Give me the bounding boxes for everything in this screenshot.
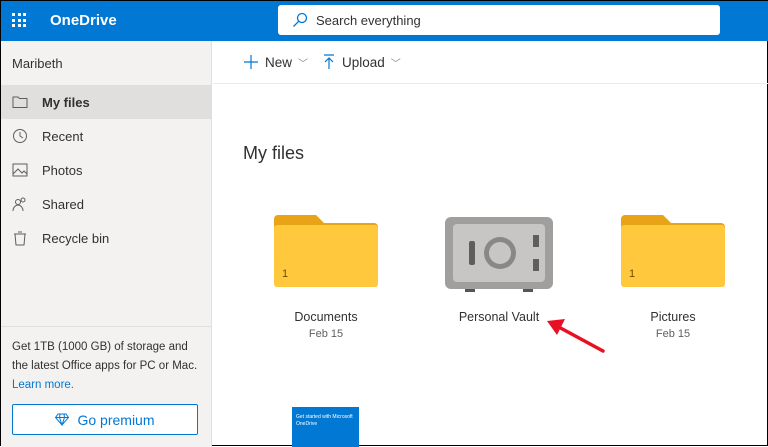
new-label: New [265, 55, 292, 70]
go-premium-label: Go premium [77, 412, 154, 428]
image-icon [12, 162, 28, 178]
new-button[interactable]: New ﹀ [243, 54, 308, 70]
storage-promo: Get 1TB (1000 GB) of storage and the lat… [12, 338, 202, 395]
chevron-down-icon: ﹀ [391, 55, 401, 70]
sidebar: Maribeth My files Recent Photos Shared R… [1, 41, 212, 447]
item-name: Documents [251, 310, 401, 324]
sidebar-item-my-files[interactable]: My files [1, 85, 212, 119]
red-arrow-annotation [541, 313, 611, 358]
sidebar-item-label: Photos [42, 163, 82, 178]
item-date: Feb 15 [598, 328, 748, 340]
search-input[interactable]: Search everything [278, 5, 720, 35]
search-icon [292, 12, 308, 28]
sidebar-item-label: Recent [42, 129, 83, 144]
learn-more-link[interactable]: Learn more. [12, 376, 202, 395]
sidebar-item-photos[interactable]: Photos [1, 153, 212, 187]
page-title: My files [243, 143, 304, 164]
search-placeholder: Search everything [316, 13, 421, 28]
command-bar: New ﹀ Upload ﹀ [213, 41, 768, 84]
people-icon [12, 196, 28, 212]
divider [1, 326, 211, 327]
personal-vault[interactable]: Personal Vault [424, 211, 574, 324]
app-name[interactable]: OneDrive [50, 12, 117, 29]
diamond-icon [55, 413, 69, 426]
folder-icon: 1 [619, 211, 727, 289]
folder-icon: 1 [272, 211, 380, 289]
folder-documents[interactable]: 1 Documents Feb 15 [251, 211, 401, 340]
sidebar-item-label: My files [42, 95, 90, 110]
upload-label: Upload [342, 55, 385, 70]
getting-started-thumbnail[interactable]: Get started with Microsoft OneDrive [292, 407, 359, 447]
sidebar-item-label: Recycle bin [42, 231, 109, 246]
user-name: Maribeth [12, 56, 63, 71]
chevron-down-icon: ﹀ [298, 55, 308, 70]
sidebar-item-recycle-bin[interactable]: Recycle bin [1, 221, 212, 255]
promo-text: Get 1TB (1000 GB) of storage and the lat… [12, 341, 197, 372]
upload-button[interactable]: Upload ﹀ [322, 54, 401, 70]
clock-icon [12, 128, 28, 144]
item-name: Pictures [598, 310, 748, 324]
sidebar-item-shared[interactable]: Shared [1, 187, 212, 221]
sidebar-item-recent[interactable]: Recent [1, 119, 212, 153]
sidebar-item-label: Shared [42, 197, 84, 212]
go-premium-button[interactable]: Go premium [12, 404, 198, 435]
trash-icon [12, 230, 28, 246]
app-launcher-icon[interactable] [12, 13, 26, 27]
folder-pictures[interactable]: 1 Pictures Feb 15 [598, 211, 748, 340]
upload-icon [322, 54, 336, 70]
thumbnail-text: Get started with Microsoft OneDrive [296, 414, 353, 427]
vault-icon [445, 211, 553, 293]
item-count: 1 [629, 268, 635, 280]
plus-icon [243, 54, 259, 70]
top-bar: OneDrive Search everything [1, 1, 768, 41]
item-date: Feb 15 [251, 328, 401, 340]
folder-icon [12, 94, 28, 110]
item-count: 1 [282, 268, 288, 280]
